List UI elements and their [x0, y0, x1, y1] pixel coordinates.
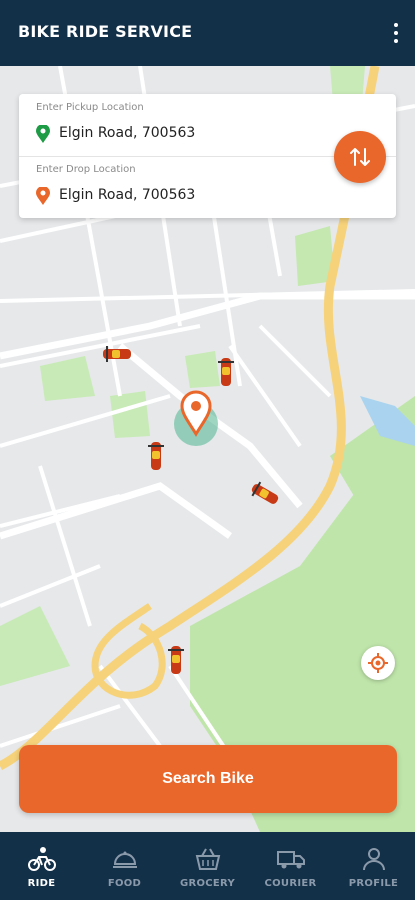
- pickup-location-label: Enter Pickup Location: [36, 102, 144, 113]
- my-location-button[interactable]: [361, 646, 395, 680]
- nav-label-profile: PROFILE: [348, 878, 399, 889]
- pickup-location-value[interactable]: Elgin Road, 700563: [59, 125, 195, 141]
- drop-location-value[interactable]: Elgin Road, 700563: [59, 187, 195, 203]
- drop-location-label: Enter Drop Location: [36, 164, 136, 175]
- food-cloche-icon: [112, 851, 137, 868]
- search-bike-button[interactable]: Search Bike: [19, 745, 397, 813]
- grocery-basket-icon: [195, 848, 220, 870]
- nav-label-food: FOOD: [107, 878, 142, 889]
- nav-label-grocery: GROCERY: [179, 878, 236, 889]
- nav-label-courier: COURIER: [264, 878, 317, 889]
- drop-pin-icon: [36, 187, 50, 205]
- profile-icon: [362, 848, 385, 871]
- nav-item-ride[interactable]: RIDE: [0, 832, 83, 900]
- app-bar: BIKE RIDE SERVICE: [0, 0, 415, 66]
- swap-vertical-icon: [350, 148, 370, 166]
- courier-truck-icon: [276, 851, 305, 869]
- nav-item-courier[interactable]: COURIER: [249, 832, 332, 900]
- pickup-pin-icon: [36, 125, 50, 143]
- swap-locations-button[interactable]: [334, 131, 386, 183]
- my-location-icon: [368, 653, 388, 673]
- nav-label-ride: RIDE: [27, 878, 56, 889]
- bike-rider-icon: [27, 847, 56, 871]
- bottom-navigation: RIDE FOOD GROCERY COURIER PROFILE: [0, 832, 415, 900]
- nav-item-grocery[interactable]: GROCERY: [166, 832, 249, 900]
- nav-item-profile[interactable]: PROFILE: [332, 832, 415, 900]
- more-vert-icon[interactable]: [389, 18, 403, 48]
- app-title: BIKE RIDE SERVICE: [18, 22, 193, 41]
- nav-item-food[interactable]: FOOD: [83, 832, 166, 900]
